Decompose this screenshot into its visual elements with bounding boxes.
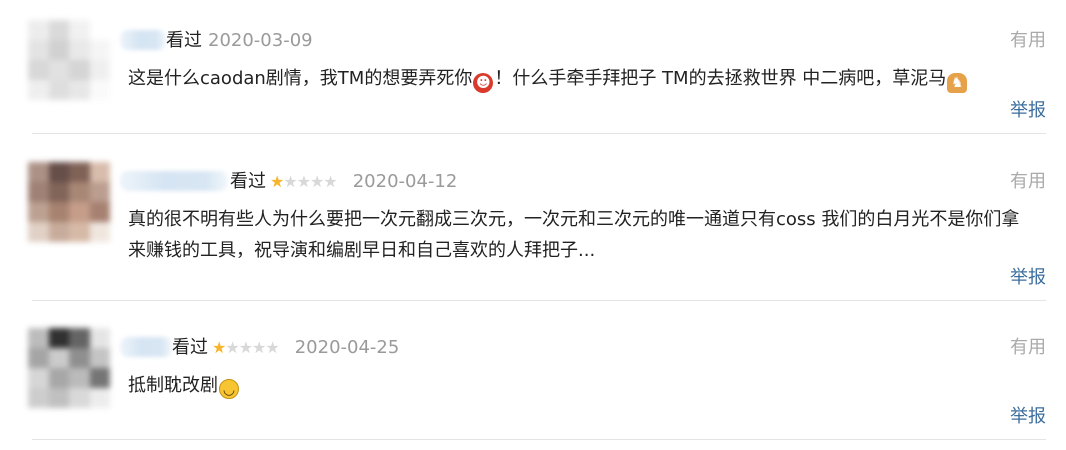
devil-emoji-icon: ☻ [473,73,494,93]
rating-stars: ★ ★ ★ ★ ★ [270,171,338,193]
star-empty-icon: ★ [296,172,311,191]
star-empty-icon: ★ [238,338,253,357]
comment-meta: 看过 ★ ★ ★ ★ ★ 2020-04-12 [230,171,457,193]
comment-text: 抵制耽改剧 ◡ [128,370,1036,401]
report-link[interactable]: 举报 [1010,267,1046,289]
comment-text: 真的很不明有些人为什么要把一次元翻成三次元，一次元和三次元的唯一通道只有coss… [128,209,1020,261]
report-link[interactable]: 举报 [1010,406,1046,428]
username-blurred[interactable] [120,30,166,50]
watch-status: 看过 [230,171,266,192]
useful-button[interactable]: 有用 [1010,337,1046,359]
comment-date: 2020-03-09 [208,30,313,51]
comment-meta: 看过 2020-03-09 [166,30,313,52]
star-empty-icon: ★ [265,338,279,357]
star-empty-icon: ★ [252,338,266,357]
smile-emoji-icon: ◡ [219,379,239,399]
username-blurred[interactable] [120,337,172,357]
star-empty-icon: ★ [283,172,297,191]
useful-button[interactable]: 有用 [1010,30,1046,52]
comment-date: 2020-04-25 [294,337,400,358]
horse-emoji-icon: ♞ [947,73,968,93]
comment-meta: 看过 ★ ★ ★ ★ ★ 2020-04-25 [172,337,399,359]
star-filled-icon: ★ [270,172,284,191]
avatar[interactable] [28,328,110,408]
star-filled-icon: ★ [212,338,226,357]
divider [32,300,1046,301]
useful-button[interactable]: 有用 [1010,171,1046,193]
comment-text-part: 这是什么caodan剧情，我TM的想要弄死你 [128,68,473,89]
star-empty-icon: ★ [225,338,239,357]
comment-text-part: 抵制耽改剧 [128,375,218,396]
watch-status: 看过 [166,30,202,51]
divider [32,439,1046,440]
avatar[interactable] [28,20,110,100]
report-link[interactable]: 举报 [1010,100,1046,122]
avatar[interactable] [28,162,110,242]
comment-text-part: ！什么手牵手拜把子 TM的去拯救世界 中二病吧，草泥马 [494,68,947,89]
username-blurred[interactable] [120,171,228,191]
divider [32,133,1046,134]
comment-date: 2020-04-12 [352,171,458,192]
rating-stars: ★ ★ ★ ★ ★ [212,337,280,359]
comment-text: 这是什么caodan剧情，我TM的想要弄死你 ☻ ！什么手牵手拜把子 TM的去拯救世… [128,63,1036,94]
star-empty-icon: ★ [310,172,324,191]
watch-status: 看过 [172,337,208,358]
star-empty-icon: ★ [323,172,337,191]
